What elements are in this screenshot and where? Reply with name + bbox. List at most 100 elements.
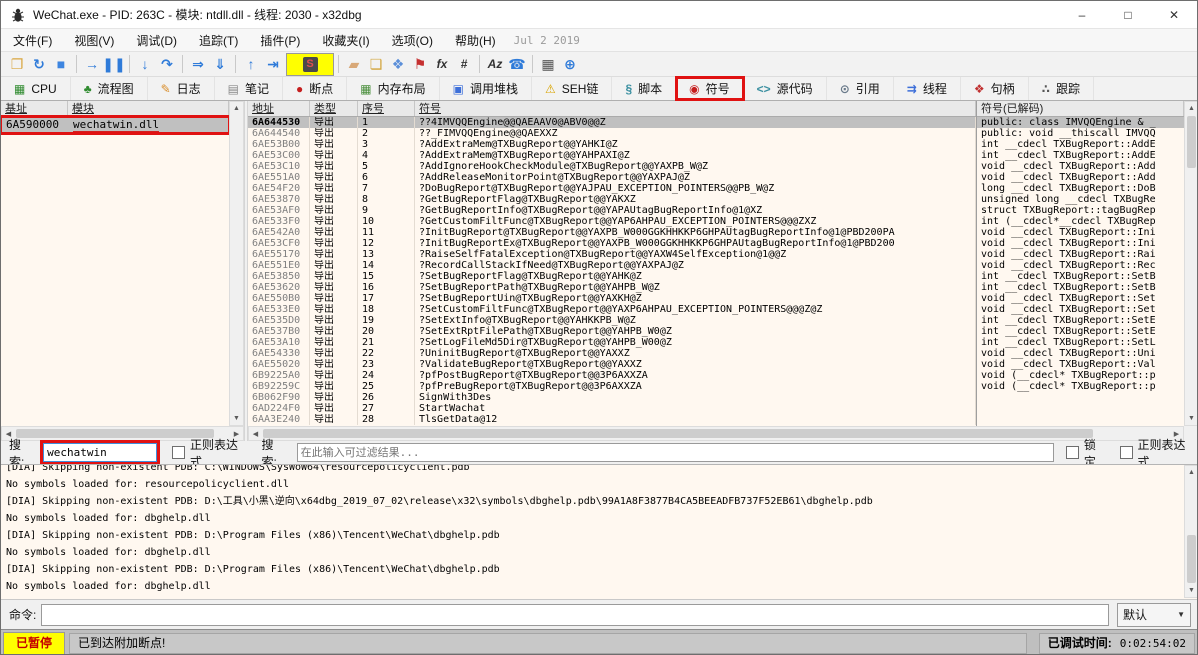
decoded-symbol-row[interactable]: void __cdecl TXBugReport::Set: [977, 304, 1184, 315]
modules-vertical-scrollbar[interactable]: ▲ ▼: [229, 101, 244, 426]
decoded-symbol-row[interactable]: int __cdecl TXBugReport::AddE: [977, 150, 1184, 161]
symbol-row[interactable]: 6AE54330 导出 22 ?UninitBugReport@TXBugRep…: [248, 348, 976, 359]
toolbar-icon[interactable]: [129, 55, 130, 73]
decoded-symbol-row[interactable]: void __cdecl TXBugReport::Rec: [977, 260, 1184, 271]
lock-checkbox[interactable]: [1066, 446, 1079, 459]
menu-item[interactable]: 插件(P): [250, 30, 310, 51]
close-button[interactable]: ✕: [1151, 1, 1197, 28]
symbol-row[interactable]: 6AE542A0 导出 11 ?InitBugReport@TXBugRepor…: [248, 227, 976, 238]
stop-icon[interactable]: ■: [50, 54, 72, 74]
patch-icon[interactable]: ▰: [343, 54, 365, 74]
menu-item[interactable]: 选项(O): [382, 30, 443, 51]
globe-icon[interactable]: ⊕: [559, 54, 581, 74]
tab-symbols[interactable]: ◉ 符号: [676, 77, 744, 100]
decoded-symbol-row[interactable]: void __cdecl TXBugReport::Add: [977, 172, 1184, 183]
decoded-symbol-row[interactable]: public: class IMVQQEngine & _: [977, 117, 1184, 128]
decoded-symbol-row[interactable]: int __cdecl TXBugReport::SetB: [977, 282, 1184, 293]
tab-trace[interactable]: ∴ 跟踪: [1029, 77, 1094, 100]
symbol-row[interactable]: 6AE53AF0 导出 9 ?GetBugReportInfo@TXBugRep…: [248, 205, 976, 216]
menu-item[interactable]: 收藏夹(I): [312, 30, 379, 51]
toolbar-icon[interactable]: [182, 55, 183, 73]
menu-item[interactable]: 文件(F): [3, 30, 62, 51]
decoded-symbol-row[interactable]: int __cdecl TXBugReport::AddE: [977, 139, 1184, 150]
decoded-symbol-row[interactable]: int __cdecl TXBugReport::SetB: [977, 271, 1184, 282]
symbol-row[interactable]: 6AE533F0 导出 10 ?GetCustomFiltFunc@TXBugR…: [248, 216, 976, 227]
hash-icon[interactable]: #: [453, 54, 475, 74]
symbol-row[interactable]: 6B9225A0 导出 24 ?pfPostBugReport@TXBugRep…: [248, 370, 976, 381]
decoded-symbol-row[interactable]: int (__cdecl*__cdecl TXBugRep: [977, 216, 1184, 227]
attach-user-icon[interactable]: ⇥: [262, 54, 284, 74]
tab-memory-map[interactable]: ▦ 内存布局: [347, 77, 439, 100]
symbol-row[interactable]: 6B92259C 导出 25 ?pfPreBugReport@TXBugRepo…: [248, 381, 976, 392]
menu-item[interactable]: 追踪(T): [189, 30, 248, 51]
symbol-row[interactable]: 6AE551E0 导出 14 ?RecordCallStackIfNeed@TX…: [248, 260, 976, 271]
decoded-symbol-row[interactable]: void __cdecl TXBugReport::Ini: [977, 238, 1184, 249]
strings-icon[interactable]: Az: [484, 54, 506, 74]
toolbar-icon[interactable]: [338, 55, 339, 73]
modules-header[interactable]: 基址 模块: [1, 101, 229, 117]
symbol-row[interactable]: 6AD224F0 导出 27 StartWachat: [248, 403, 976, 414]
symbol-row[interactable]: 6AE53C00 导出 4 ?AddExtraMem@TXBugReport@@…: [248, 150, 976, 161]
minimize-button[interactable]: –: [1059, 1, 1105, 28]
symbols-vertical-scrollbar[interactable]: ▲ ▼: [1184, 101, 1198, 426]
symbol-row[interactable]: 6AE53A10 导出 21 ?SetLogFileMd5Dir@TXBugRe…: [248, 337, 976, 348]
module-search-input[interactable]: [43, 443, 157, 462]
toolbar-icon[interactable]: [76, 55, 77, 73]
decoded-symbol-row[interactable]: void __cdecl TXBugReport::Set: [977, 293, 1184, 304]
step-out-icon[interactable]: ↑: [240, 54, 262, 74]
symbol-row[interactable]: 6A644530 导出 1 ??4IMVQQEngine@@QAEAAV0@AB…: [248, 117, 976, 128]
command-input[interactable]: [41, 604, 1109, 626]
menu-item[interactable]: 帮助(H): [445, 30, 506, 51]
labels-icon[interactable]: ❖: [387, 54, 409, 74]
step-into-icon[interactable]: ↓: [134, 54, 156, 74]
decoded-header[interactable]: 符号(已解码): [977, 101, 1184, 117]
toolbar-icon[interactable]: [235, 55, 236, 73]
tab-threads[interactable]: ⇉ 线程: [894, 77, 961, 100]
module-regex-checkbox[interactable]: [172, 446, 185, 459]
menu-item[interactable]: 视图(V): [64, 30, 124, 51]
tab-log[interactable]: ✎ 日志: [148, 77, 215, 100]
symbol-row[interactable]: 6AE54F20 导出 7 ?DoBugReport@TXBugReport@@…: [248, 183, 976, 194]
script-badge-icon[interactable]: S: [286, 53, 334, 76]
symbol-row[interactable]: 6AE537B0 导出 20 ?SetExtRptFilePath@TXBugR…: [248, 326, 976, 337]
toolbar-icon[interactable]: [532, 55, 533, 73]
calculator-icon[interactable]: ▦: [537, 54, 559, 74]
decoded-symbol-row[interactable]: void __cdecl TXBugReport::Rai: [977, 249, 1184, 260]
module-name[interactable]: wechatwin.dll: [68, 117, 229, 133]
bookmarks-icon[interactable]: ⚑: [409, 54, 431, 74]
tab-call-stack[interactable]: ▣ 调用堆栈: [440, 77, 532, 100]
run-icon[interactable]: →: [81, 54, 103, 74]
symbols-header[interactable]: 地址 类型 序号 符号: [248, 101, 976, 117]
decoded-symbol-row[interactable]: void (__cdecl* TXBugReport::p: [977, 381, 1184, 392]
step-over-icon[interactable]: ↷: [156, 54, 178, 74]
symbol-row[interactable]: 6AE551A0 导出 6 ?AddReleaseMonitorPoint@TX…: [248, 172, 976, 183]
symbol-row[interactable]: 6AE53CF0 导出 12 ?InitBugReportEx@TXBugRep…: [248, 238, 976, 249]
decoded-symbol-row[interactable]: int __cdecl TXBugReport::SetL: [977, 337, 1184, 348]
maximize-button[interactable]: □: [1105, 1, 1151, 28]
symbol-row[interactable]: 6AA3E240 导出 28 TlsGetData@12: [248, 414, 976, 425]
decoded-symbol-row[interactable]: int __cdecl TXBugReport::SetE: [977, 326, 1184, 337]
run-to-user-code-icon[interactable]: ⇓: [209, 54, 231, 74]
execute-till-return-icon[interactable]: ⇒: [187, 54, 209, 74]
tab-source[interactable]: <> 源代码: [744, 77, 827, 100]
symbols-horizontal-scrollbar[interactable]: ◀ ▶: [248, 426, 1184, 441]
tab-seh[interactable]: ⚠ SEH链: [532, 77, 612, 100]
symbol-row[interactable]: 6AE535D0 导出 19 ?SetExtInfo@TXBugReport@@…: [248, 315, 976, 326]
decoded-symbol-row[interactable]: void __cdecl TXBugReport::Add: [977, 161, 1184, 172]
tab-script[interactable]: § 脚本: [612, 77, 676, 100]
command-profile-select[interactable]: 默认 ▼: [1117, 603, 1191, 627]
symbol-row[interactable]: 6B062F90 导出 26 SignWith3Des: [248, 392, 976, 403]
toolbar-icon[interactable]: [479, 55, 480, 73]
decoded-symbol-row[interactable]: unsigned long __cdecl TXBugRe: [977, 194, 1184, 205]
symbol-row[interactable]: 6AE53870 导出 8 ?GetBugReportFlag@TXBugRep…: [248, 194, 976, 205]
decoded-symbol-row[interactable]: void __cdecl TXBugReport::Ini: [977, 227, 1184, 238]
tab-graph[interactable]: ♣ 流程图: [71, 77, 148, 100]
symbol-regex-checkbox[interactable]: [1120, 446, 1133, 459]
tab-notes[interactable]: ▤ 笔记: [215, 77, 283, 100]
decoded-symbol-row[interactable]: public: void __thiscall IMVQQ: [977, 128, 1184, 139]
symbol-row[interactable]: 6AE55170 导出 13 ?RaiseSelfFatalException@…: [248, 249, 976, 260]
symbol-row[interactable]: 6AE55020 导出 23 ?ValidateBugReport@TXBugR…: [248, 359, 976, 370]
tab-references[interactable]: ⊙ 引用: [827, 77, 894, 100]
symbol-row[interactable]: 6AE53B00 导出 3 ?AddExtraMem@TXBugReport@@…: [248, 139, 976, 150]
symbol-row[interactable]: 6AE53620 导出 16 ?SetBugReportPath@TXBugRe…: [248, 282, 976, 293]
